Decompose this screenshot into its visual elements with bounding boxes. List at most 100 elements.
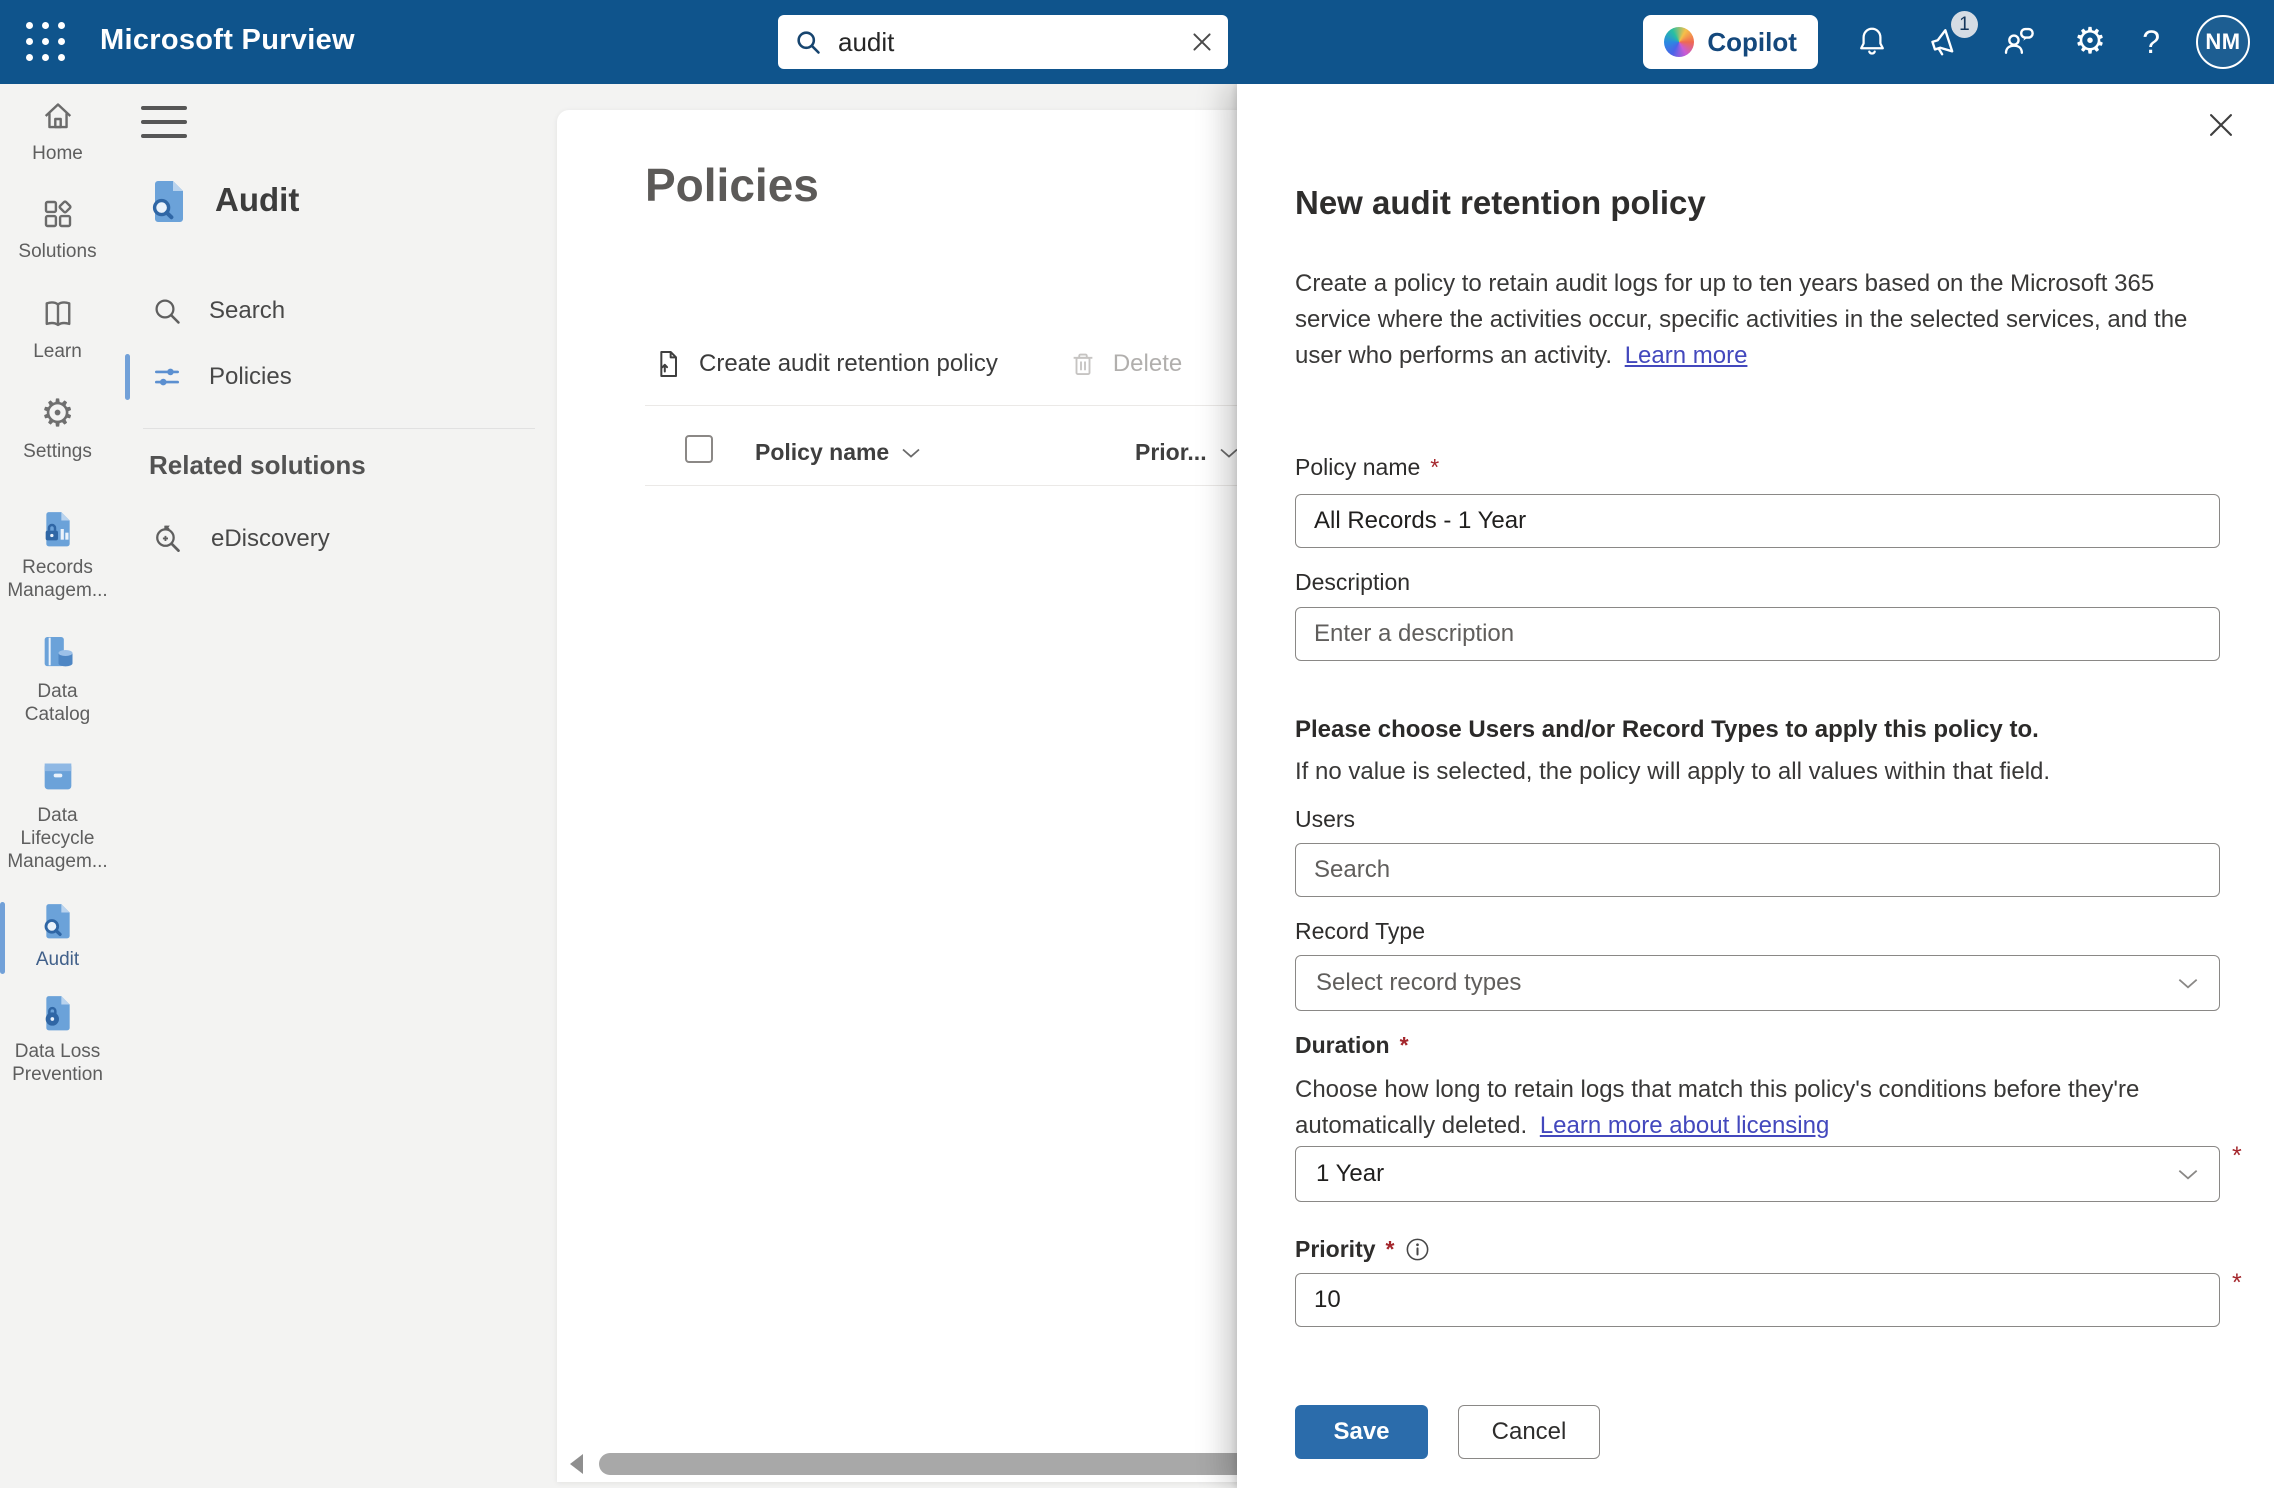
data-catalog-icon xyxy=(38,632,78,672)
rail-item-records-management[interactable]: Records Managem... xyxy=(0,508,115,602)
users-search-input[interactable] xyxy=(1295,843,2220,897)
copilot-icon xyxy=(1664,27,1694,57)
search-icon xyxy=(151,295,183,327)
new-document-icon xyxy=(652,348,684,380)
sidebar-item-search[interactable]: Search xyxy=(115,280,557,342)
rail-label: Data Catalog xyxy=(6,680,110,726)
create-policy-label: Create audit retention policy xyxy=(699,350,998,378)
rail-label: Learn xyxy=(6,340,110,363)
required-marker: * xyxy=(1386,1236,1395,1263)
sidebar-item-label: eDiscovery xyxy=(211,525,330,553)
rail-item-solutions[interactable]: Solutions xyxy=(0,196,115,263)
close-icon[interactable] xyxy=(2204,108,2238,142)
notifications-bell-icon[interactable] xyxy=(1854,24,1890,60)
record-type-dropdown[interactable]: Select record types xyxy=(1295,955,2220,1011)
select-all-checkbox[interactable] xyxy=(685,435,713,463)
duration-dropdown[interactable]: 1 Year xyxy=(1295,1146,2220,1202)
trash-icon xyxy=(1068,349,1098,379)
copilot-label: Copilot xyxy=(1707,27,1797,58)
rail-label: Audit xyxy=(6,948,110,971)
selected-indicator xyxy=(125,354,130,400)
column-header-policy-name[interactable]: Policy name xyxy=(755,439,921,466)
related-solutions-header: Related solutions xyxy=(149,450,366,481)
rail-item-data-catalog[interactable]: Data Catalog xyxy=(0,632,115,726)
policy-name-label: Policy name * xyxy=(1295,454,1439,481)
audit-sidebar: Audit Search Policies Related solutions xyxy=(115,84,557,1488)
priority-label: Priority * xyxy=(1295,1236,1431,1263)
rail-label: Records Managem... xyxy=(6,556,110,602)
help-icon[interactable]: ? xyxy=(2142,26,2160,58)
rail-item-learn[interactable]: Learn xyxy=(0,296,115,363)
users-label: Users xyxy=(1295,806,1355,833)
solutions-icon xyxy=(40,196,76,232)
create-policy-button[interactable]: Create audit retention policy xyxy=(652,348,998,380)
rail-item-settings[interactable]: ⚙ Settings xyxy=(0,394,115,463)
rail-label: Solutions xyxy=(6,240,110,263)
learn-more-link[interactable]: Learn more xyxy=(1625,342,1748,369)
rail-item-data-loss-prevention[interactable]: Data Loss Prevention xyxy=(0,992,115,1086)
collapse-menu-icon[interactable] xyxy=(141,106,187,138)
purview-app: Microsoft Purview Copilot xyxy=(0,0,2274,1488)
section-title: Please choose Users and/or Record Types … xyxy=(1295,712,2211,748)
policies-sliders-icon xyxy=(151,361,183,393)
required-marker: * xyxy=(2232,1269,2242,1298)
description-input[interactable] xyxy=(1295,607,2220,661)
licensing-link[interactable]: Learn more about licensing xyxy=(1540,1112,1830,1139)
new-audit-retention-policy-panel: New audit retention policy Create a poli… xyxy=(1237,84,2274,1488)
copilot-button[interactable]: Copilot xyxy=(1643,15,1818,69)
policies-toolbar: Create audit retention policy Delete xyxy=(652,348,1182,380)
column-label: Policy name xyxy=(755,439,889,466)
divider xyxy=(143,428,535,429)
rail-item-home[interactable]: Home xyxy=(0,98,115,165)
feedback-icon[interactable] xyxy=(2000,23,2038,61)
rail-label: Data Loss Prevention xyxy=(6,1040,110,1086)
announcement-badge: 1 xyxy=(1951,11,1978,38)
dropdown-placeholder: Select record types xyxy=(1316,969,1521,997)
data-lifecycle-icon xyxy=(38,756,78,796)
info-icon[interactable] xyxy=(1404,1236,1431,1263)
rail-item-data-lifecycle[interactable]: Data Lifecycle Managem... xyxy=(0,756,115,873)
avatar[interactable]: NM xyxy=(2196,15,2250,69)
announcements-megaphone-icon[interactable]: 1 xyxy=(1926,23,1964,61)
page-title: Policies xyxy=(645,158,819,212)
ediscovery-icon xyxy=(151,522,185,556)
data-loss-prevention-icon xyxy=(38,992,78,1032)
top-bar: Microsoft Purview Copilot xyxy=(0,0,2274,84)
description-label: Description xyxy=(1295,569,1410,596)
chevron-down-icon xyxy=(2177,1168,2199,1181)
topbar-actions: Copilot 1 xyxy=(1643,0,2250,84)
sidebar-item-policies[interactable]: Policies xyxy=(115,346,557,408)
sidebar-item-ediscovery[interactable]: eDiscovery xyxy=(115,508,557,570)
column-label: Prior... xyxy=(1135,439,1207,466)
clear-search-icon[interactable] xyxy=(1189,29,1215,55)
settings-gear-icon[interactable]: ⚙ xyxy=(2074,24,2106,60)
app-launcher-icon[interactable] xyxy=(26,22,68,62)
panel-title: New audit retention policy xyxy=(1295,184,1706,222)
priority-input[interactable] xyxy=(1295,1273,2220,1327)
record-type-label: Record Type xyxy=(1295,918,1425,945)
rail-item-audit[interactable]: Audit xyxy=(0,900,115,971)
records-management-icon xyxy=(38,508,78,548)
chevron-down-icon xyxy=(1219,447,1239,459)
audit-icon xyxy=(38,900,78,940)
rail-label: Settings xyxy=(6,440,110,463)
column-header-priority[interactable]: Prior... xyxy=(1135,439,1239,466)
search-icon xyxy=(794,28,822,56)
scroll-left-arrow[interactable] xyxy=(570,1454,583,1474)
delete-policy-button[interactable]: Delete xyxy=(1068,349,1182,379)
sidebar-item-label: Policies xyxy=(209,363,292,391)
delete-label: Delete xyxy=(1113,350,1182,378)
duration-help: Choose how long to retain logs that matc… xyxy=(1295,1072,2211,1144)
required-marker: * xyxy=(1400,1032,1409,1059)
policy-name-input[interactable] xyxy=(1295,494,2220,548)
left-nav-rail: Home Solutions Learn ⚙ S xyxy=(0,84,115,1488)
search-input[interactable] xyxy=(836,26,1175,59)
save-button[interactable]: Save xyxy=(1295,1405,1428,1459)
learn-book-icon xyxy=(40,296,76,332)
required-marker: * xyxy=(2232,1142,2242,1171)
global-search[interactable] xyxy=(778,15,1228,69)
cancel-button[interactable]: Cancel xyxy=(1458,1405,1600,1459)
audit-icon xyxy=(145,176,193,224)
section-subtitle: If no value is selected, the policy will… xyxy=(1295,754,2211,790)
app-title: Microsoft Purview xyxy=(100,24,355,57)
